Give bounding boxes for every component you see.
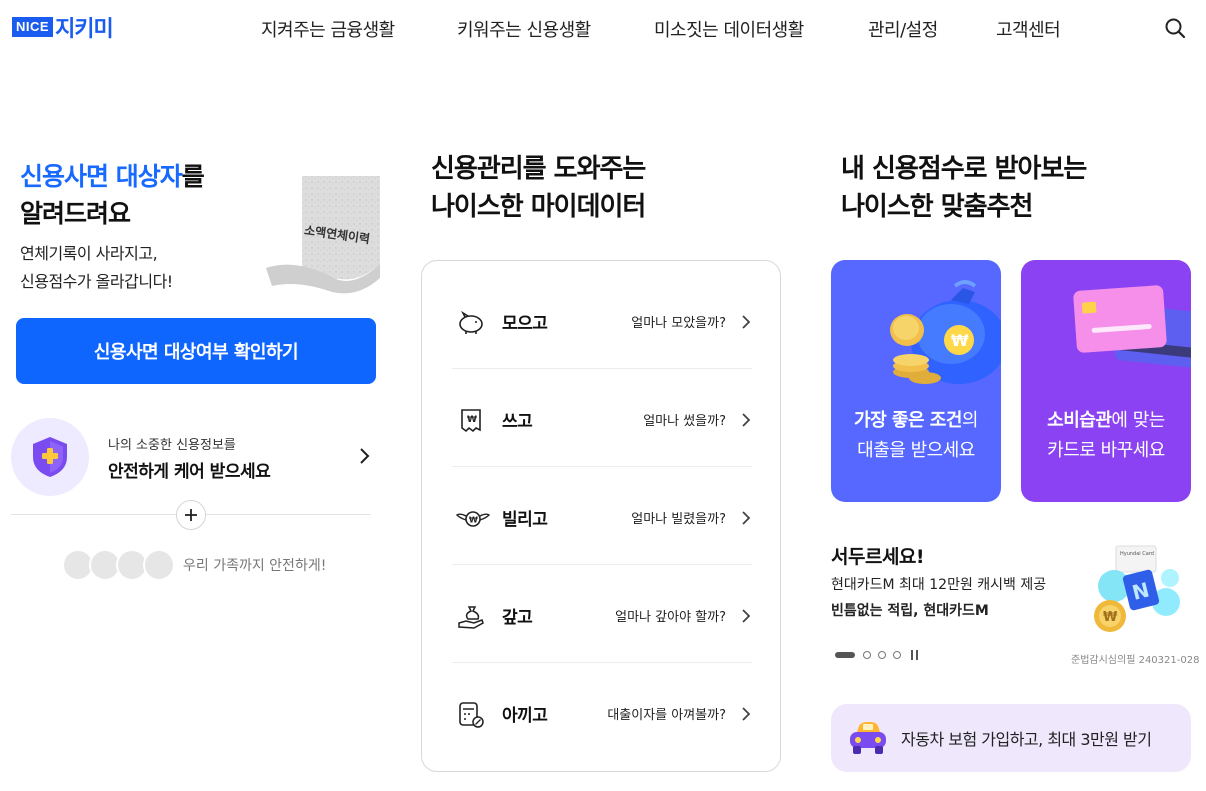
piggy-bank-icon [456,309,486,337]
search-icon[interactable] [1163,16,1187,40]
row-question: 대출이자를 아껴볼까? [607,708,726,723]
promo-bold: 소비습관 [1047,410,1112,431]
promo-rest: 의 [961,410,979,431]
avatar [143,549,175,581]
nav-item-support[interactable]: 고객센터 [996,16,1061,42]
calculator-icon [456,701,486,729]
ad-line2[interactable]: 빈틈없는 적립, 현대카드M [831,600,989,620]
credit-amnesty-subtitle: 연체기록이 사라지고, 신용점수가 올라갑니다! [20,240,173,296]
mydata-row-economize[interactable]: 아끼고 대출이자를 아껴볼까? [452,663,752,761]
row-question: 얼마나 갚아야 할까? [615,610,726,625]
chevron-right-icon [740,607,752,625]
row-label: 아끼고 [502,706,548,726]
credit-card-illustration [1021,260,1191,400]
car-banner-text: 자동차 보험 가입하고, 최대 3만원 받기 [901,730,1152,749]
shield-plus-icon [33,437,67,477]
compliance-code: 준법감시심의필 240321-028 [1071,655,1200,666]
recommend-title-line1: 내 신용점수로 받아보는 [841,154,1087,184]
care-caption: 나의 소중한 신용정보를 [108,438,236,453]
indicator-dot[interactable] [863,651,871,659]
title-line2: 알려드려요 [20,199,131,228]
pause-icon[interactable] [910,650,920,660]
check-amnesty-button[interactable]: 신용사면 대상여부 확인하기 [16,318,376,384]
care-heading: 안전하게 케어 받으세요 [108,462,271,482]
mydata-row-spend[interactable]: ₩ 쓰고 얼마나 썼을까? [452,369,752,467]
promo-bold: 가장 좋은 조건 [854,410,962,431]
chevron-right-icon [740,313,752,331]
svg-text:₩: ₩ [1103,610,1118,625]
card-promo-card[interactable]: 소비습관에 맞는 카드로 바꾸세요 [1021,260,1191,502]
main-nav: 지켜주는 금융생활 키워주는 신용생활 미소짓는 데이터생활 관리/설정 고객센… [0,16,1206,42]
expand-plus-icon[interactable] [176,500,206,530]
mydata-card: 모으고 얼마나 모았을까? ₩ 쓰고 얼마나 썼을까? ₩ 빌리고 얼마나 빌렸… [421,260,781,772]
receipt-icon: ₩ [456,407,486,435]
promo-line2: 카드로 바꾸세요 [1047,440,1165,461]
hyundai-card-illustration[interactable]: Hyundai Card N ₩ [1080,542,1190,642]
chevron-right-icon [740,411,752,429]
top-header: NICE 지키미 지켜주는 금융생활 키워주는 신용생활 미소짓는 데이터생활 … [0,0,1206,56]
chevron-right-icon [354,445,374,467]
row-question: 얼마나 모았을까? [631,316,726,331]
svg-text:₩: ₩ [951,331,969,350]
nav-item-data[interactable]: 미소짓는 데이터생활 [654,16,804,42]
ad-title[interactable]: 서두르세요! [831,542,925,569]
winged-coin-icon: ₩ [455,505,491,533]
promo-line2: 대출을 받으세요 [857,440,975,461]
chevron-right-icon [740,509,752,527]
car-icon [847,718,889,758]
card-label: Hyundai Card [1120,551,1154,557]
ad-line1[interactable]: 현대카드M 최대 12만원 캐시백 제공 [831,574,1046,594]
shield-badge [11,418,89,496]
family-avatars [62,549,178,581]
row-label: 빌리고 [502,510,548,530]
chevron-right-icon [740,705,752,723]
credit-care-link[interactable]: 나의 소중한 신용정보를 안전하게 케어 받으세요 [11,418,373,496]
mydata-row-repay[interactable]: 갚고 얼마나 갚아야 할까? [452,565,752,663]
subtitle-line1: 연체기록이 사라지고, [20,244,158,263]
money-bag-illustration: ₩ [831,260,1001,400]
carousel-indicators [835,649,925,661]
loan-promo-text: 가장 좋은 조건의 대출을 받으세요 [831,406,1001,466]
recommend-title: 내 신용점수로 받아보는 나이스한 맞춤추천 [841,150,1087,226]
credit-amnesty-title: 신용사면 대상자를 알려드려요 [20,158,205,232]
mydata-title: 신용관리를 도와주는 나이스한 마이데이터 [431,150,646,226]
indicator-dot[interactable] [893,651,901,659]
mydata-title-line1: 신용관리를 도와주는 [431,154,646,184]
row-label: 모으고 [502,314,548,334]
subtitle-line2: 신용점수가 올라갑니다! [20,272,173,291]
row-question: 얼마나 빌렸을까? [631,512,726,527]
mydata-row-save[interactable]: 모으고 얼마나 모았을까? [452,271,752,369]
car-insurance-banner[interactable]: 자동차 보험 가입하고, 최대 3만원 받기 [831,704,1191,772]
nav-item-credit[interactable]: 키워주는 신용생활 [457,16,591,42]
svg-text:₩: ₩ [469,516,478,525]
family-caption: 우리 가족까지 안전하게! [183,558,327,574]
indicator-dot[interactable] [878,651,886,659]
recommend-title-line2: 나이스한 맞춤추천 [841,192,1033,222]
nav-item-finance[interactable]: 지켜주는 금융생활 [261,16,395,42]
nav-item-settings[interactable]: 관리/설정 [868,16,938,42]
row-question: 얼마나 썼을까? [643,414,726,429]
mydata-title-line2: 나이스한 마이데이터 [431,192,646,222]
row-label: 갚고 [502,608,533,628]
receipt-illustration: 소액연체이력 [262,168,392,298]
title-accent: 신용사면 대상자 [20,162,183,191]
card-promo-text: 소비습관에 맞는 카드로 바꾸세요 [1021,406,1191,466]
loan-promo-card[interactable]: ₩ 가장 좋은 조건의 대출을 받으세요 [831,260,1001,502]
svg-text:₩: ₩ [467,415,477,425]
row-label: 쓰고 [502,412,533,432]
hand-moneybag-icon [456,603,486,631]
mydata-row-borrow[interactable]: ₩ 빌리고 얼마나 빌렸을까? [452,467,752,565]
title-rest: 를 [181,162,205,191]
promo-rest: 에 맞는 [1111,410,1165,431]
indicator-active[interactable] [835,652,855,658]
